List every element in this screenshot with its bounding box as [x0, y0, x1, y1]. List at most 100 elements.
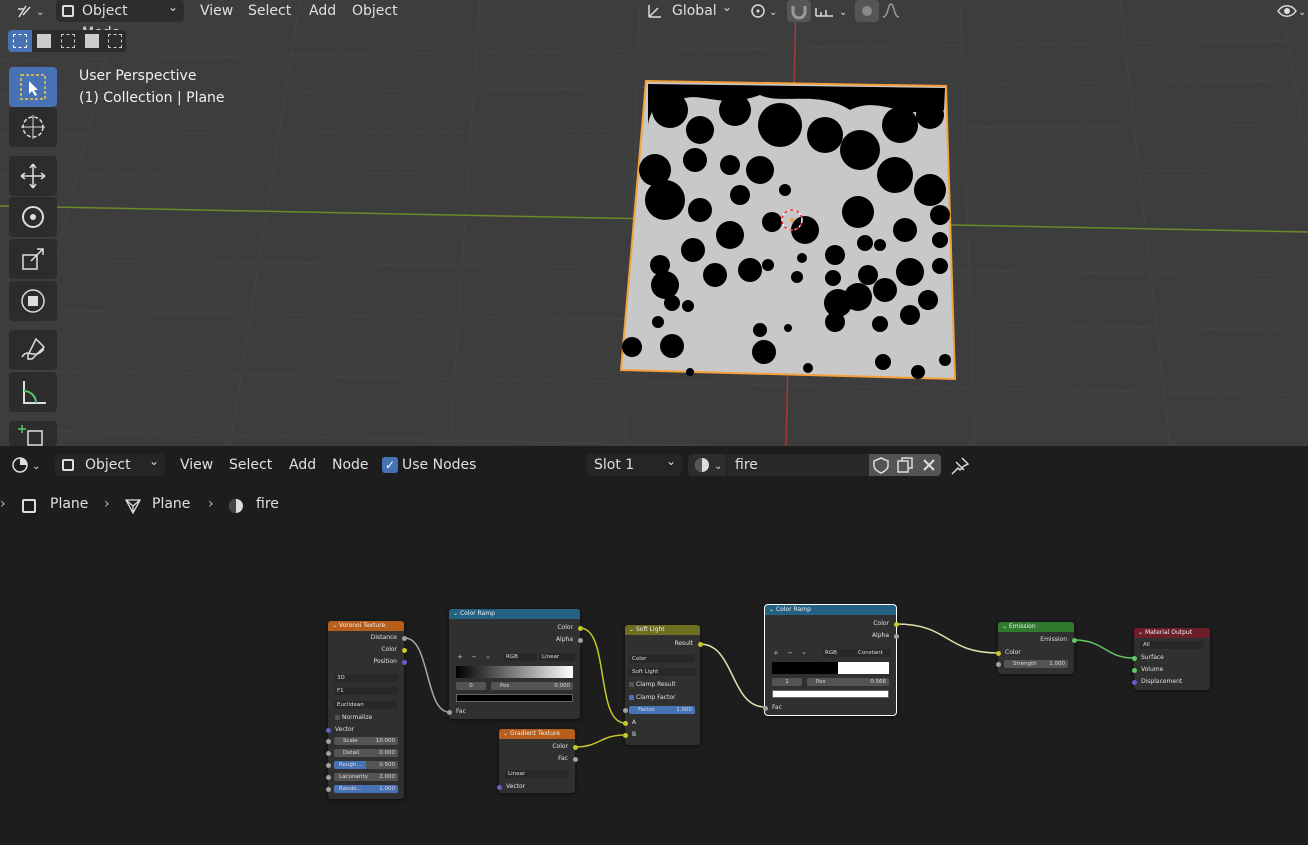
- socket[interactable]: [401, 635, 407, 641]
- falloff-dropdown[interactable]: [880, 0, 916, 22]
- ramp-remove-icon[interactable]: −: [787, 649, 793, 657]
- pivot-dropdown[interactable]: ⌄: [746, 0, 780, 22]
- data-type-select[interactable]: Color: [629, 655, 695, 663]
- select-subtract-button[interactable]: [56, 30, 80, 52]
- normalize-checkbox[interactable]: Normalize: [328, 713, 404, 723]
- socket[interactable]: [446, 709, 452, 715]
- interpolation-select[interactable]: Linear: [539, 653, 575, 661]
- clamp-result-checkbox[interactable]: Clamp Result: [625, 680, 700, 690]
- socket[interactable]: [893, 621, 899, 627]
- select-intersect-button[interactable]: [104, 30, 126, 52]
- socket[interactable]: [1071, 637, 1077, 643]
- tool-transform[interactable]: [9, 281, 57, 321]
- metric-select[interactable]: Euclidean: [334, 701, 398, 709]
- 3d-viewport[interactable]: ⌄ Object Mode View Select Add Object Glo…: [0, 0, 1308, 446]
- proportional-edit-toggle[interactable]: [855, 0, 879, 22]
- socket[interactable]: [572, 756, 578, 762]
- dimensions-select[interactable]: 3D: [334, 674, 398, 682]
- stop-color-swatch[interactable]: [772, 690, 889, 698]
- node-material-output[interactable]: ⌄ Material Output All Surface Volume Dis…: [1131, 628, 1210, 690]
- mode-dropdown[interactable]: Object Mode: [56, 0, 184, 41]
- strength-field[interactable]: Strength 1.000: [995, 660, 1068, 668]
- menu-view[interactable]: View: [200, 0, 233, 22]
- socket[interactable]: [622, 732, 628, 738]
- node-soft-light[interactable]: ⌄ Soft Light Result Color Soft Light Cla…: [622, 625, 703, 745]
- node-emission[interactable]: ⌄ Emission Emission Color Strength 1.000: [995, 622, 1077, 674]
- socket[interactable]: [1131, 667, 1137, 673]
- orientation-dropdown[interactable]: Global: [642, 0, 738, 22]
- socket[interactable]: [325, 750, 331, 756]
- visibility-dropdown[interactable]: ⌄: [1276, 0, 1308, 22]
- node-color-ramp-1[interactable]: ⌄ Color Ramp Color Alpha + − ⌄ RGB Linea…: [446, 609, 583, 719]
- tool-scale[interactable]: [9, 239, 57, 279]
- blend-mode-select[interactable]: Soft Light: [629, 668, 695, 676]
- socket[interactable]: [496, 784, 502, 790]
- ramp-add-icon[interactable]: +: [457, 653, 463, 661]
- socket[interactable]: [893, 633, 899, 639]
- tool-measure[interactable]: [9, 372, 57, 412]
- select-new-button[interactable]: [8, 30, 32, 52]
- stop-index-field[interactable]: 0: [456, 682, 486, 690]
- factor-field[interactable]: Factor 1.000: [622, 706, 695, 714]
- socket[interactable]: [995, 650, 1001, 656]
- socket[interactable]: [325, 786, 331, 792]
- snap-toggle[interactable]: [787, 0, 811, 22]
- node-voronoi-texture[interactable]: ⌄ Voronoi Texture Distance Color Positio…: [325, 621, 407, 799]
- socket[interactable]: [697, 641, 703, 647]
- stop-index-field[interactable]: 1: [772, 678, 802, 686]
- select-extend-button[interactable]: [32, 30, 56, 52]
- feature-select[interactable]: F1: [334, 687, 398, 695]
- socket[interactable]: [577, 637, 583, 643]
- node-color-ramp-2[interactable]: ⌄ Color Ramp Color Alpha + − ⌄ RGB Const…: [762, 604, 899, 716]
- tool-select-box[interactable]: [9, 67, 57, 107]
- roughness-field[interactable]: Rough... 0.500: [325, 761, 398, 769]
- target-select[interactable]: All: [1140, 641, 1204, 649]
- tool-rotate[interactable]: [9, 197, 57, 237]
- socket[interactable]: [1131, 679, 1137, 685]
- socket[interactable]: [401, 647, 407, 653]
- socket[interactable]: [762, 705, 768, 711]
- socket[interactable]: [577, 625, 583, 631]
- scale-field[interactable]: Scale 10.000: [325, 737, 398, 745]
- tool-cursor[interactable]: [9, 107, 57, 147]
- viewport-perspective-label: User Perspective: [79, 68, 197, 84]
- tool-add-cube[interactable]: [9, 421, 57, 446]
- color-mode-select[interactable]: RGB: [822, 649, 856, 657]
- tool-annotate[interactable]: [9, 330, 57, 370]
- color-ramp-gradient[interactable]: [772, 662, 889, 674]
- socket[interactable]: [325, 762, 331, 768]
- tool-move[interactable]: [9, 156, 57, 196]
- socket[interactable]: [325, 738, 331, 744]
- socket[interactable]: [995, 661, 1001, 667]
- clamp-factor-checkbox[interactable]: Clamp Factor: [625, 693, 700, 703]
- menu-select[interactable]: Select: [248, 0, 291, 22]
- snap-target-dropdown[interactable]: ⌄: [813, 0, 849, 22]
- socket[interactable]: [325, 727, 331, 733]
- socket[interactable]: [622, 707, 628, 713]
- select-invert-button[interactable]: [80, 30, 104, 52]
- color-ramp-gradient[interactable]: [456, 666, 573, 678]
- interpolation-select[interactable]: Constant: [855, 649, 891, 657]
- color-mode-select[interactable]: RGB: [503, 653, 537, 661]
- socket[interactable]: [401, 659, 407, 665]
- shader-node-editor[interactable]: ⌄ Object View Select Add Node ✓ Use Node…: [0, 446, 1308, 845]
- stop-color-swatch[interactable]: [456, 694, 573, 702]
- editor-type-button[interactable]: ⌄: [14, 0, 46, 22]
- ramp-menu-icon[interactable]: ⌄: [801, 648, 807, 656]
- stop-pos-field[interactable]: Pos 0.000: [491, 682, 573, 690]
- ramp-menu-icon[interactable]: ⌄: [485, 652, 491, 660]
- gradient-type-select[interactable]: Linear: [505, 770, 569, 778]
- randomness-field[interactable]: Rando... 1.000: [325, 785, 398, 793]
- socket[interactable]: [572, 744, 578, 750]
- socket[interactable]: [622, 720, 628, 726]
- node-gradient-texture[interactable]: ⌄ Gradient Texture Color Fac Linear Vect…: [496, 729, 578, 793]
- socket[interactable]: [1131, 655, 1137, 661]
- ramp-remove-icon[interactable]: −: [471, 653, 477, 661]
- menu-add[interactable]: Add: [309, 0, 336, 22]
- stop-pos-field[interactable]: Pos 0.566: [807, 678, 889, 686]
- lacunarity-field[interactable]: Lacunarity 2.000: [325, 773, 398, 781]
- menu-object[interactable]: Object: [352, 0, 398, 22]
- detail-field[interactable]: Detail 0.000: [325, 749, 398, 757]
- ramp-add-icon[interactable]: +: [773, 649, 779, 657]
- socket[interactable]: [325, 774, 331, 780]
